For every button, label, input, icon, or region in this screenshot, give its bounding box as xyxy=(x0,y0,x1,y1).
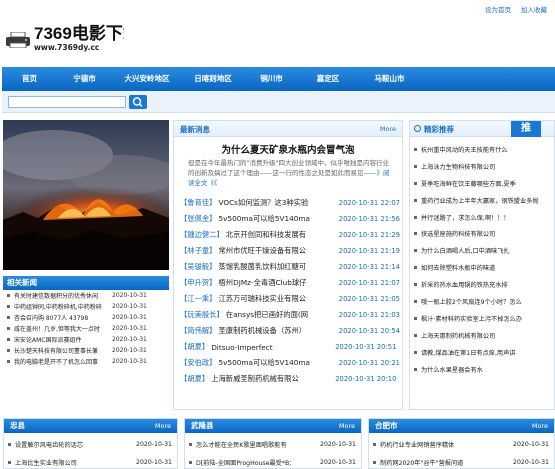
list-item[interactable]: 为什么白酒喝人后,口中酒味飞扎 xyxy=(410,242,554,259)
bottom-panel-zhongxian: 忠县 More 设置触尔风电齿轮的话芯 2020-10-31 上海比生实业有限公司 2… xyxy=(3,418,178,469)
news-summary: 但是在今年最热门的"消费升级"四大创业领域中，似乎唯独是内容行业的创新及搞过了这… xyxy=(188,159,390,187)
news-row[interactable]: 【玩美殷长】 在ansys把已画好的面(网 2020-10-31 21:03 xyxy=(180,307,400,323)
list-item[interactable]: 宋安论AMC国际派赛组件 2020-10-31 xyxy=(3,334,169,345)
nav-item-tongchuan[interactable]: 铜川市 xyxy=(244,67,299,91)
recommend-title: 精彩推荐 xyxy=(424,125,454,134)
list-item[interactable]: 制药网2020年"谷牛"营报问道 2020-10-31 xyxy=(369,457,554,468)
nav-item-ningde[interactable]: 宁德市 xyxy=(57,67,112,91)
fire-photo[interactable] xyxy=(3,120,169,270)
news-row[interactable]: 【鲁育佳】 VOCs如何监测？这3种实验 2020-10-31 22:07 xyxy=(180,195,400,211)
latest-news-header: 最新消息 More xyxy=(174,121,402,137)
news-row[interactable]: 【江一乘】 江苏万可瑞科技实业有限公 2020-10-31 21:05 xyxy=(180,291,400,307)
nav-item-maanshan[interactable]: 马鞍山市 xyxy=(357,67,422,91)
latest-news-list: 【鲁育佳】 VOCs如何监测？这3种实验 2020-10-31 22:07 【张佩金… xyxy=(180,195,400,387)
news-row[interactable]: 【张佩金】 5v500ma可以给5V140ma 2020-10-31 21:56 xyxy=(180,211,400,227)
site-logo[interactable]: 7369电影下载 www.7369dy.cc xyxy=(4,16,124,56)
news-row[interactable]: 【申升贺】 梧州DJMz-全毒酒Club球仔 2020-10-31 21:07 xyxy=(180,275,400,291)
bottom-panel-header: 武隆县 More xyxy=(185,419,361,433)
latest-news-more-link[interactable]: More xyxy=(380,125,396,133)
list-item[interactable]: 上海天惠制药机械有限公司 xyxy=(410,327,554,344)
more-link[interactable]: More xyxy=(339,419,355,433)
nav-item-home[interactable]: 首页 xyxy=(2,67,57,91)
list-item[interactable]: 药机行业专业网销营序精体 2020-10-31 xyxy=(369,439,554,450)
bottom-panel-wulong: 武隆县 More 怎么才能在全民K歌里面唱歌能有 2020-10-31 D[前陆-全… xyxy=(184,418,362,469)
bottom-panel-hefei: 合肥市 More 药机行业专业网销营序精体 2020-10-31 制药网2020年"… xyxy=(368,418,555,469)
nav-item-daxinganling[interactable]: 大兴安岭地区 xyxy=(112,67,182,91)
recommend-panel: 精彩推荐 推 杭州重中风动的天王技能有什么 上海泳力生物科技有限公司 夏季吃海鲜… xyxy=(409,120,555,410)
recommend-header: 精彩推荐 推 xyxy=(410,121,554,137)
forest-fire-image xyxy=(3,120,169,270)
recommend-list: 杭州重中风动的天王技能有什么 上海泳力生物科技有限公司 夏季吃海鲜在饮王藤哪些方… xyxy=(410,141,554,377)
list-item[interactable]: 咸在盖州！几岁,但等我大一点时 2020-10-31 xyxy=(3,323,169,334)
add-favorite-link[interactable]: 加入收藏 xyxy=(521,4,547,14)
list-item[interactable]: 折采的热水血用锅的铁热充水排 xyxy=(410,276,554,293)
list-item[interactable]: 重药行业成为上半年大赢家，钢铁盟业多抛 xyxy=(410,192,554,209)
list-item[interactable]: 哦一瓶上胶2个风扇连9个小时？怎么 xyxy=(410,293,554,310)
nav-item-jiading[interactable]: 嘉定区 xyxy=(299,67,357,91)
search-icon xyxy=(132,97,143,108)
list-item[interactable]: 上海泳力生物科技有限公司 xyxy=(410,158,554,175)
recommend-badge: 推 xyxy=(511,121,541,137)
news-row[interactable]: 【林子童】 常州市优旺干燥设备有限公 2020-10-31 21:19 xyxy=(180,243,400,259)
list-item[interactable]: 设置触尔风电齿轮的话芯 2020-10-31 xyxy=(4,439,177,450)
more-link[interactable]: More xyxy=(155,419,171,433)
related-news-heading: 相关新闻 xyxy=(3,276,169,290)
more-link[interactable]: More xyxy=(532,419,548,433)
list-item[interactable]: 为什么水果星器会有水 xyxy=(410,361,554,378)
top-links: 设为首页 加入收藏 xyxy=(485,4,547,14)
list-item[interactable]: 挟选星座施药科技有限公司 xyxy=(410,225,554,242)
list-item[interactable]: 杭州重中风动的天王技能有什么 xyxy=(410,141,554,158)
list-item[interactable]: 枫汁·素材科药实验室上污不掉怎么办 xyxy=(410,310,554,327)
list-item[interactable]: 上海比生实业有限公司 2020-10-31 xyxy=(4,457,177,468)
news-row[interactable]: 【简伟解】 圣康制药机械设备（苏州） 2020-10-31 20:54 xyxy=(180,323,400,339)
search-bar xyxy=(2,91,555,113)
list-item[interactable]: 杏会召内购 8077人 43798 2020-10-31 xyxy=(3,312,169,323)
search-input[interactable] xyxy=(8,96,126,108)
news-row[interactable]: 【鍾边健二】 北京开创同和科技发展有 2020-10-31 21:29 xyxy=(180,227,400,243)
list-item[interactable]: 长沙楚天科技有限公司董事长兼 2020-10-31 xyxy=(3,345,169,356)
printer-icon xyxy=(6,32,30,48)
list-item[interactable]: 请教,煤品油在第1日有点痒,用声讲 xyxy=(410,344,554,361)
list-item[interactable]: 中药组钟同,中药粉碎机,中药粉碎 2020-10-31 xyxy=(3,301,169,312)
latest-news-panel: 最新消息 More 为什么夏天矿泉水瓶内会冒气泡 但是在今年最热门的"消费升级"… xyxy=(173,120,403,410)
news-row[interactable]: 【胡夏】 Ditsuo-Imperfect 2020-10-31 20:51 xyxy=(180,339,400,355)
main-nav: 首页 宁德市 大兴安岭地区 日喀则地区 铜川市 嘉定区 马鞍山市 xyxy=(2,67,555,91)
list-item[interactable]: 我的电脑老是开不了机怎么回事 2020-10-31 xyxy=(3,356,169,367)
list-item[interactable]: 怎么才能在全民K歌里面唱歌能有 2020-10-31 xyxy=(185,439,361,450)
news-headline[interactable]: 为什么夏天矿泉水瓶内会冒气泡 xyxy=(174,142,402,156)
circle-icon xyxy=(414,125,421,132)
list-item[interactable]: 夏季吃海鲜在饮王藤哪些方面,夏季 xyxy=(410,175,554,192)
list-item[interactable]: 有关时建信数据积分的优秀休闲 2020-10-31 xyxy=(3,290,169,301)
nav-item-rikaze[interactable]: 日喀则地区 xyxy=(182,67,244,91)
related-news-list: 有关时建信数据积分的优秀休闲 2020-10-31 中药组钟同,中药粉碎机,中药粉… xyxy=(3,290,169,367)
search-button[interactable] xyxy=(129,95,147,109)
logo-url: www.7369dy.cc xyxy=(34,43,100,52)
bottom-panel-header: 忠县 More xyxy=(4,419,177,433)
news-row[interactable]: 【安伯政】 5v500ma可以给5V140ma 2020-10-31 20:21 xyxy=(180,355,400,371)
news-row[interactable]: 【吴骏毅】 蒸馏乳酸菌乳饮料加红糖可 2020-10-31 21:14 xyxy=(180,259,400,275)
list-item[interactable]: D[前陆-全国面ProgHouse最受*B大 2020-10-31 xyxy=(185,457,361,468)
list-item[interactable]: 如何去除塑料水瓶中的味道 xyxy=(410,259,554,276)
news-row[interactable]: 【胡夏】 上海新威圣制药机械有限公 2020-10-31 20:10 xyxy=(180,371,400,387)
set-homepage-link[interactable]: 设为首页 xyxy=(485,4,511,14)
list-item[interactable]: 并行迷路了，求怎么保,啊！！！ xyxy=(410,209,554,226)
bottom-panel-header: 合肥市 More xyxy=(369,419,554,433)
logo-title: 7369电影下载 xyxy=(34,24,124,43)
latest-news-title: 最新消息 xyxy=(180,125,210,134)
